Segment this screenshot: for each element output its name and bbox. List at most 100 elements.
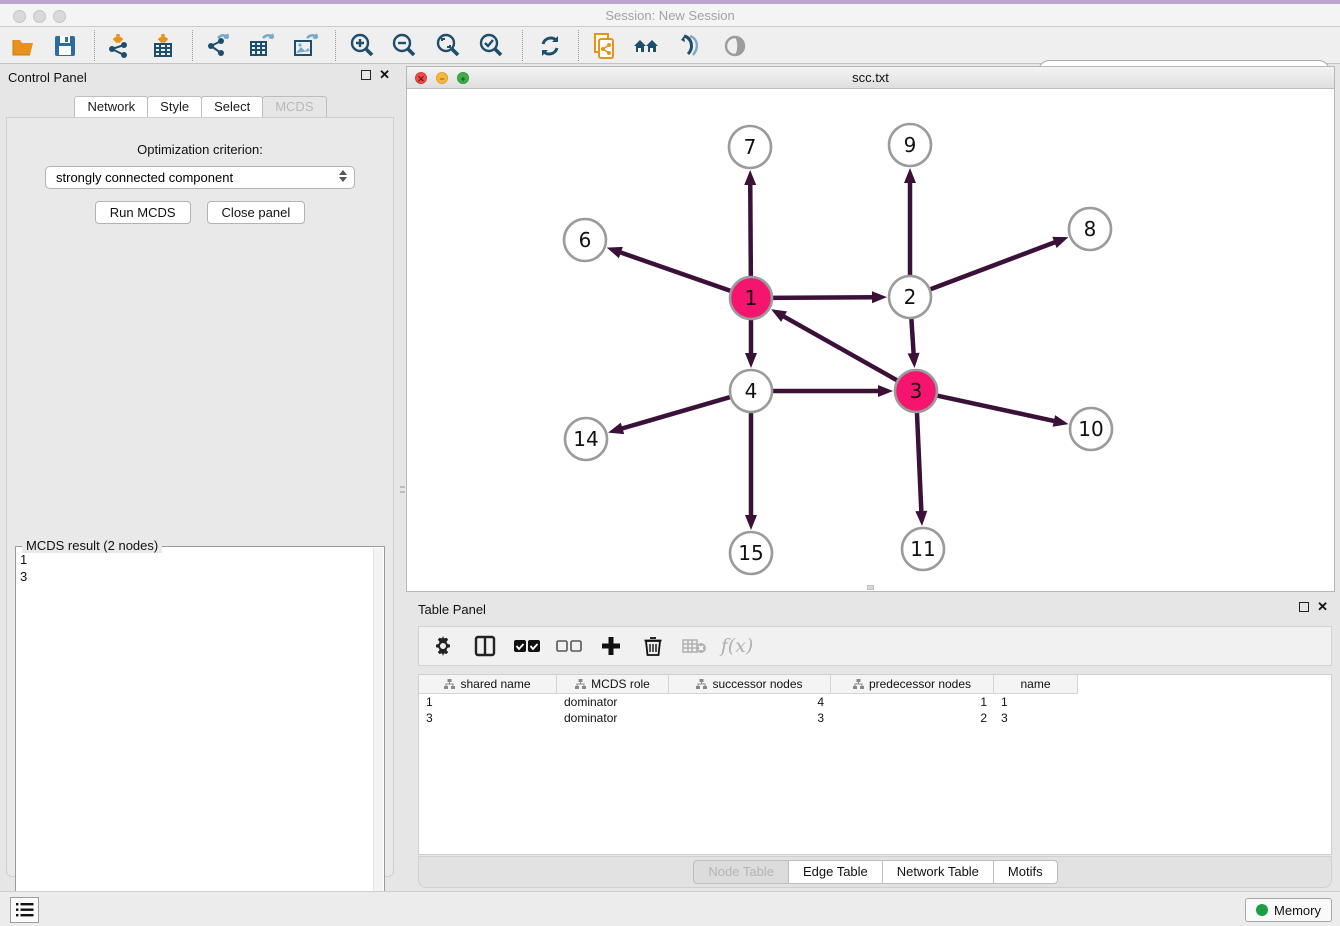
export-image-icon[interactable] <box>290 31 320 61</box>
tab-mcds[interactable]: MCDS <box>262 96 326 117</box>
toolbar-separator <box>578 30 579 61</box>
hierarchy-icon <box>853 679 864 689</box>
graph-node-label-2: 2 <box>904 285 917 309</box>
tab-style[interactable]: Style <box>147 96 202 117</box>
cell-name[interactable]: 1 <box>994 694 1078 710</box>
graph-node-label-15: 15 <box>738 541 763 565</box>
dropdown-value: strongly connected component <box>56 170 233 185</box>
dropdown-chevrons-icon <box>339 170 347 182</box>
memory-label: Memory <box>1274 903 1321 918</box>
column-header-name[interactable]: name <box>994 675 1078 694</box>
save-icon[interactable] <box>50 31 80 61</box>
duplicate-network-icon[interactable] <box>590 31 620 61</box>
zoom-in-icon[interactable] <box>347 31 377 61</box>
delete-table-icon[interactable] <box>681 632 709 660</box>
function-builder-icon[interactable]: f(x) <box>723 632 751 660</box>
column-header-MCDS-role[interactable]: MCDS role <box>557 675 669 694</box>
column-header-successor-nodes[interactable]: successor nodes <box>669 675 831 694</box>
cell-predecessor-nodes[interactable]: 2 <box>831 710 994 726</box>
graph-node-label-14: 14 <box>573 427 598 451</box>
cell-successor-nodes[interactable]: 4 <box>669 694 831 710</box>
refresh-layout-icon[interactable] <box>535 31 565 61</box>
deselect-all-checkboxes-icon[interactable] <box>555 632 583 660</box>
cell-shared-name[interactable]: 3 <box>419 710 557 726</box>
arrowhead-1-6 <box>607 247 623 258</box>
gear-icon[interactable] <box>429 632 457 660</box>
cell-successor-nodes[interactable]: 3 <box>669 710 831 726</box>
network-graph[interactable]: 7968124314101511 <box>407 89 1334 591</box>
tab-network-table[interactable]: Network Table <box>882 860 994 884</box>
mcds-result-scrollbar[interactable] <box>373 548 383 920</box>
export-table-icon[interactable] <box>246 31 276 61</box>
mcds-result-text[interactable]: 1 3 <box>20 551 370 917</box>
close-table-panel-icon[interactable]: ✕ <box>1317 602 1328 612</box>
tab-network[interactable]: Network <box>74 96 148 117</box>
column-header-predecessor-nodes[interactable]: predecessor nodes <box>831 675 994 694</box>
network-maximize-icon[interactable]: + <box>457 72 469 84</box>
select-all-checkboxes-icon[interactable] <box>513 632 541 660</box>
edge-3-11[interactable] <box>917 410 922 515</box>
edge-1-7[interactable] <box>750 181 751 279</box>
home-icon[interactable] <box>631 31 661 61</box>
cell-MCDS-role[interactable]: dominator <box>557 694 669 710</box>
delete-row-icon[interactable] <box>639 632 667 660</box>
columns-icon[interactable] <box>471 632 499 660</box>
memory-button[interactable]: Memory <box>1245 898 1332 922</box>
float-panel-icon[interactable] <box>361 70 371 80</box>
graph-node-label-6: 6 <box>579 228 592 252</box>
table-row[interactable]: 1dominator411 <box>419 694 1331 710</box>
hierarchy-icon <box>575 679 586 689</box>
cell-predecessor-nodes[interactable]: 1 <box>831 694 994 710</box>
import-network-icon[interactable] <box>103 31 133 61</box>
cell-MCDS-role[interactable]: dominator <box>557 710 669 726</box>
table-row[interactable]: 3dominator323 <box>419 710 1331 726</box>
zoom-fit-icon[interactable] <box>433 31 463 61</box>
export-network-icon[interactable] <box>203 31 233 61</box>
task-history-button[interactable] <box>10 897 39 923</box>
canvas-resize-handle[interactable] <box>867 585 874 590</box>
cell-name[interactable]: 3 <box>994 710 1078 726</box>
cell-shared-name[interactable]: 1 <box>419 694 557 710</box>
zoom-out-icon[interactable] <box>389 31 419 61</box>
float-table-panel-icon[interactable] <box>1299 602 1309 612</box>
graph-node-label-10: 10 <box>1078 417 1103 441</box>
edge-3-1[interactable] <box>781 315 900 382</box>
close-panel-icon[interactable]: ✕ <box>379 70 390 80</box>
graph-node-label-11: 11 <box>910 537 935 561</box>
run-mcds-button[interactable]: Run MCDS <box>95 201 191 224</box>
network-canvas[interactable]: 7968124314101511 <box>407 89 1334 591</box>
application-window: Session: New Session <box>0 0 1340 926</box>
optimization-criterion-dropdown[interactable]: strongly connected component <box>45 166 355 189</box>
apply-style-icon[interactable] <box>675 31 705 61</box>
edge-2-3[interactable] <box>911 316 914 357</box>
arrowhead-4-15 <box>745 515 757 530</box>
main-toolbar <box>0 27 1340 64</box>
network-minimize-icon[interactable]: − <box>436 72 448 84</box>
column-header-shared-name[interactable]: shared name <box>419 675 557 694</box>
edge-1-6[interactable] <box>617 251 733 292</box>
network-close-icon[interactable]: ✕ <box>415 72 427 84</box>
import-table-icon[interactable] <box>148 31 178 61</box>
node-table[interactable]: shared nameMCDS rolesuccessor nodesprede… <box>418 674 1332 855</box>
edge-2-8[interactable] <box>928 241 1058 290</box>
edge-4-14[interactable] <box>619 396 733 429</box>
panel-splitter[interactable] <box>399 66 406 884</box>
tab-select[interactable]: Select <box>201 96 263 117</box>
edge-1-2[interactable] <box>770 297 876 298</box>
graph-node-label-8: 8 <box>1084 217 1097 241</box>
arrowhead-3-11 <box>915 511 927 526</box>
arrowhead-1-7 <box>744 170 756 185</box>
network-window-titlebar: ✕ − + scc.txt <box>407 67 1334 89</box>
zoom-selected-icon[interactable] <box>476 31 506 61</box>
tab-node-table[interactable]: Node Table <box>693 860 789 884</box>
open-file-icon[interactable] <box>8 31 38 61</box>
add-row-icon[interactable] <box>597 632 625 660</box>
toolbar-separator <box>335 30 336 61</box>
tab-motifs[interactable]: Motifs <box>993 860 1058 884</box>
tab-edge-table[interactable]: Edge Table <box>788 860 883 884</box>
edge-3-10[interactable] <box>935 395 1058 422</box>
eye-hidden-icon[interactable] <box>720 31 750 61</box>
close-panel-button[interactable]: Close panel <box>207 201 306 224</box>
table-body: 1dominator4113dominator323 <box>419 694 1331 726</box>
arrowhead-3-10 <box>1053 415 1069 427</box>
